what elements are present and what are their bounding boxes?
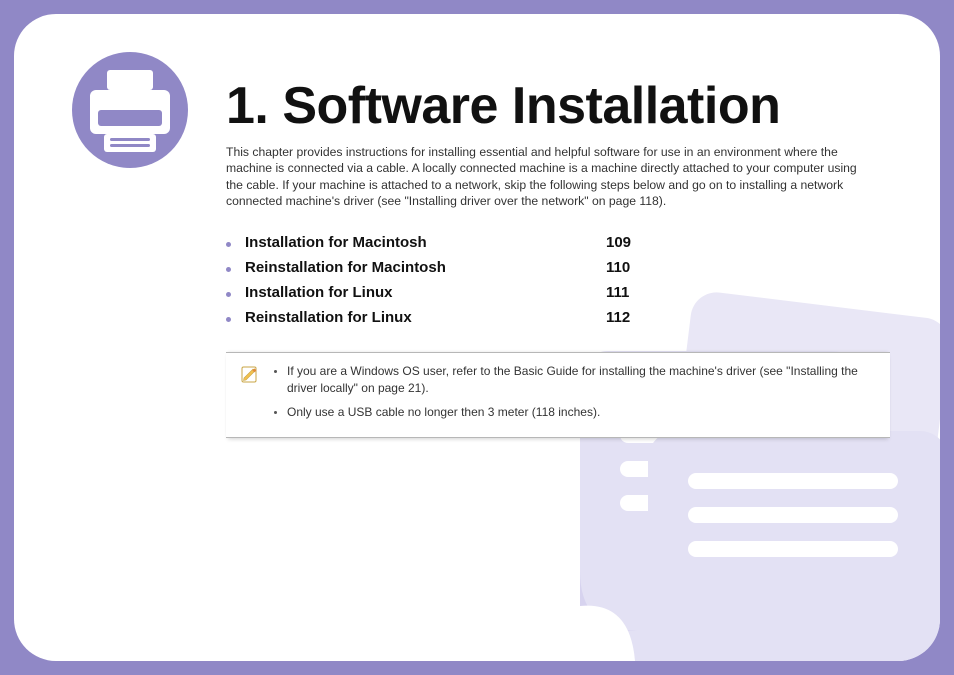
note-text: Only use a USB cable no longer then 3 me… (287, 404, 600, 421)
toc-page-number: 111 (606, 284, 646, 301)
bullet-icon (226, 317, 231, 322)
chapter-title: 1. Software Installation (226, 76, 890, 136)
toc-item[interactable]: Reinstallation for Macintosh 110 (226, 259, 646, 276)
chapter-title-text: Software Installation (282, 77, 780, 135)
toc-label: Installation for Linux (245, 284, 606, 301)
note-box: If you are a Windows OS user, refer to t… (226, 352, 890, 438)
content-area: 1. Software Installation This chapter pr… (226, 76, 890, 438)
toc-page-number: 112 (606, 309, 646, 326)
table-of-contents: Installation for Macintosh 109 Reinstall… (226, 234, 646, 326)
note-list: If you are a Windows OS user, refer to t… (274, 363, 872, 427)
chapter-number: 1. (226, 77, 268, 135)
bullet-icon (274, 370, 277, 373)
bullet-icon (274, 411, 277, 414)
toc-page-number: 109 (606, 234, 646, 251)
toc-item[interactable]: Reinstallation for Linux 112 (226, 309, 646, 326)
bullet-icon (226, 267, 231, 272)
note-item: Only use a USB cable no longer then 3 me… (274, 404, 872, 421)
toc-item[interactable]: Installation for Macintosh 109 (226, 234, 646, 251)
document-page: 1. Software Installation This chapter pr… (14, 14, 940, 661)
chapter-intro: This chapter provides instructions for i… (226, 144, 861, 210)
toc-label: Reinstallation for Macintosh (245, 259, 606, 276)
toc-label: Installation for Macintosh (245, 234, 606, 251)
bullet-icon (226, 292, 231, 297)
printer-icon (72, 52, 188, 168)
toc-label: Reinstallation for Linux (245, 309, 606, 326)
note-item: If you are a Windows OS user, refer to t… (274, 363, 872, 398)
toc-item[interactable]: Installation for Linux 111 (226, 284, 646, 301)
toc-page-number: 110 (606, 259, 646, 276)
note-icon (240, 364, 260, 384)
note-text: If you are a Windows OS user, refer to t… (287, 363, 872, 398)
bullet-icon (226, 242, 231, 247)
